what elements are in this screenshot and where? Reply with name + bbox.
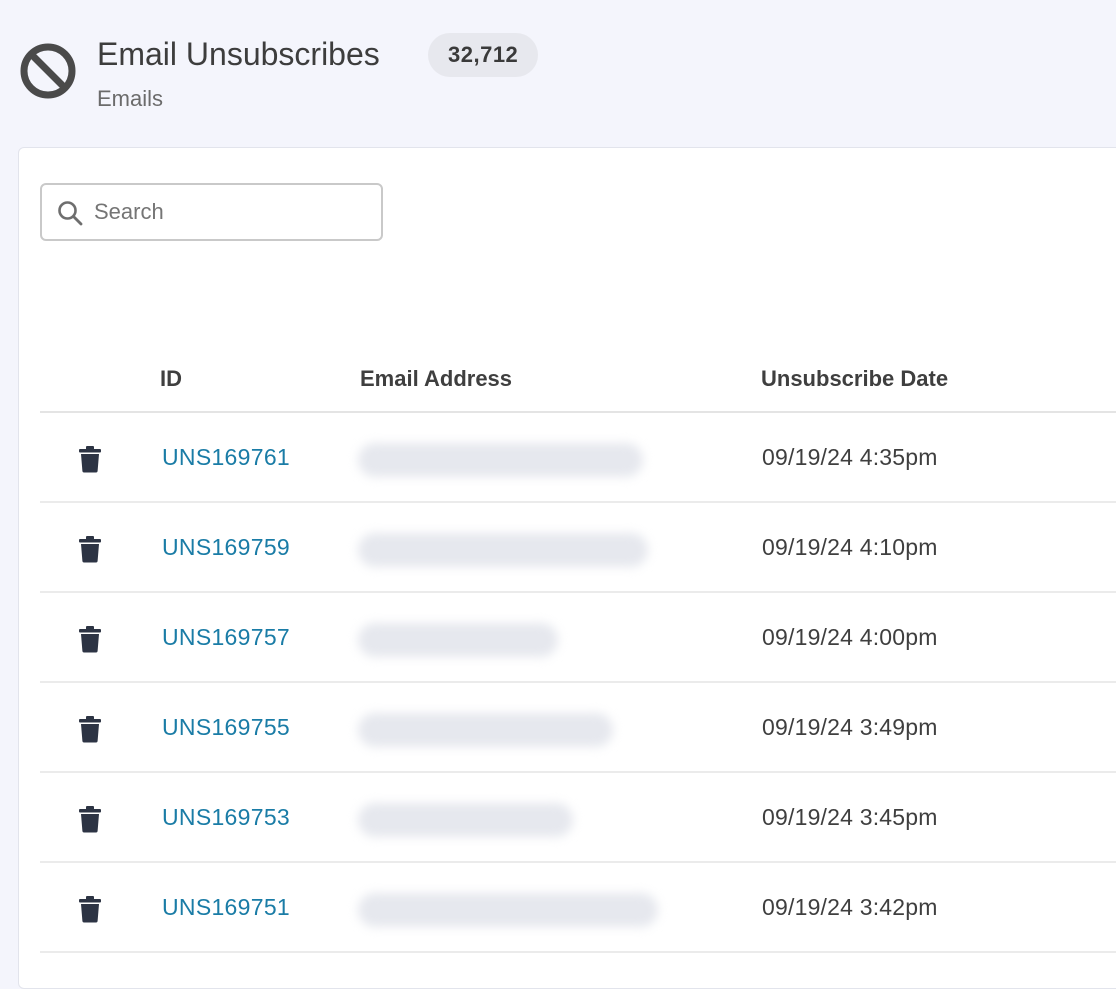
row-id-link[interactable]: UNS169757 <box>162 624 290 651</box>
table-row: UNS169755 09/19/24 3:49pm <box>40 683 1116 773</box>
table-row: UNS169759 09/19/24 4:10pm <box>40 503 1116 593</box>
search-input[interactable] <box>94 193 374 231</box>
unsubscribe-date: 09/19/24 3:42pm <box>762 894 938 920</box>
row-id-link[interactable]: UNS169759 <box>162 534 290 561</box>
table-row: UNS169751 09/19/24 3:42pm <box>40 863 1116 953</box>
column-header-date[interactable]: Unsubscribe Date <box>761 366 948 392</box>
email-address-redacted <box>358 443 643 477</box>
column-header-id[interactable]: ID <box>160 366 182 392</box>
unsubscribe-date: 09/19/24 4:35pm <box>762 444 938 470</box>
column-header-email[interactable]: Email Address <box>360 366 512 392</box>
row-id-link[interactable]: UNS169753 <box>162 804 290 831</box>
email-address-redacted <box>358 893 658 927</box>
count-badge: 32,712 <box>428 33 539 77</box>
search-box[interactable] <box>40 183 383 241</box>
row-id-link[interactable]: UNS169751 <box>162 894 290 921</box>
trash-icon[interactable] <box>78 535 102 563</box>
trash-icon[interactable] <box>78 895 102 923</box>
page-subtitle: Emails <box>97 86 164 111</box>
table-row: UNS169757 09/19/24 4:00pm <box>40 593 1116 683</box>
table-row: UNS169753 09/19/24 3:45pm <box>40 773 1116 863</box>
email-address-redacted <box>358 713 613 747</box>
table-row: UNS169761 09/19/24 4:35pm <box>40 413 1116 503</box>
unsubscribe-date: 09/19/24 4:00pm <box>762 624 938 650</box>
trash-icon[interactable] <box>78 805 102 833</box>
page-header: Email Unsubscribes 32,712 Emails <box>0 0 1116 148</box>
unsubscribe-date: 09/19/24 3:49pm <box>762 714 938 740</box>
row-id-link[interactable]: UNS169761 <box>162 444 290 471</box>
trash-icon[interactable] <box>78 715 102 743</box>
email-address-redacted <box>358 533 648 567</box>
trash-icon[interactable] <box>78 625 102 653</box>
email-address-redacted <box>358 623 558 657</box>
unsubscribe-date: 09/19/24 4:10pm <box>762 534 938 560</box>
search-icon <box>58 201 83 226</box>
trash-icon[interactable] <box>78 445 102 473</box>
block-icon <box>20 43 76 99</box>
unsubscribe-date: 09/19/24 3:45pm <box>762 804 938 830</box>
email-address-redacted <box>358 803 573 837</box>
row-id-link[interactable]: UNS169755 <box>162 714 290 741</box>
page-title: Email Unsubscribes <box>97 36 380 72</box>
